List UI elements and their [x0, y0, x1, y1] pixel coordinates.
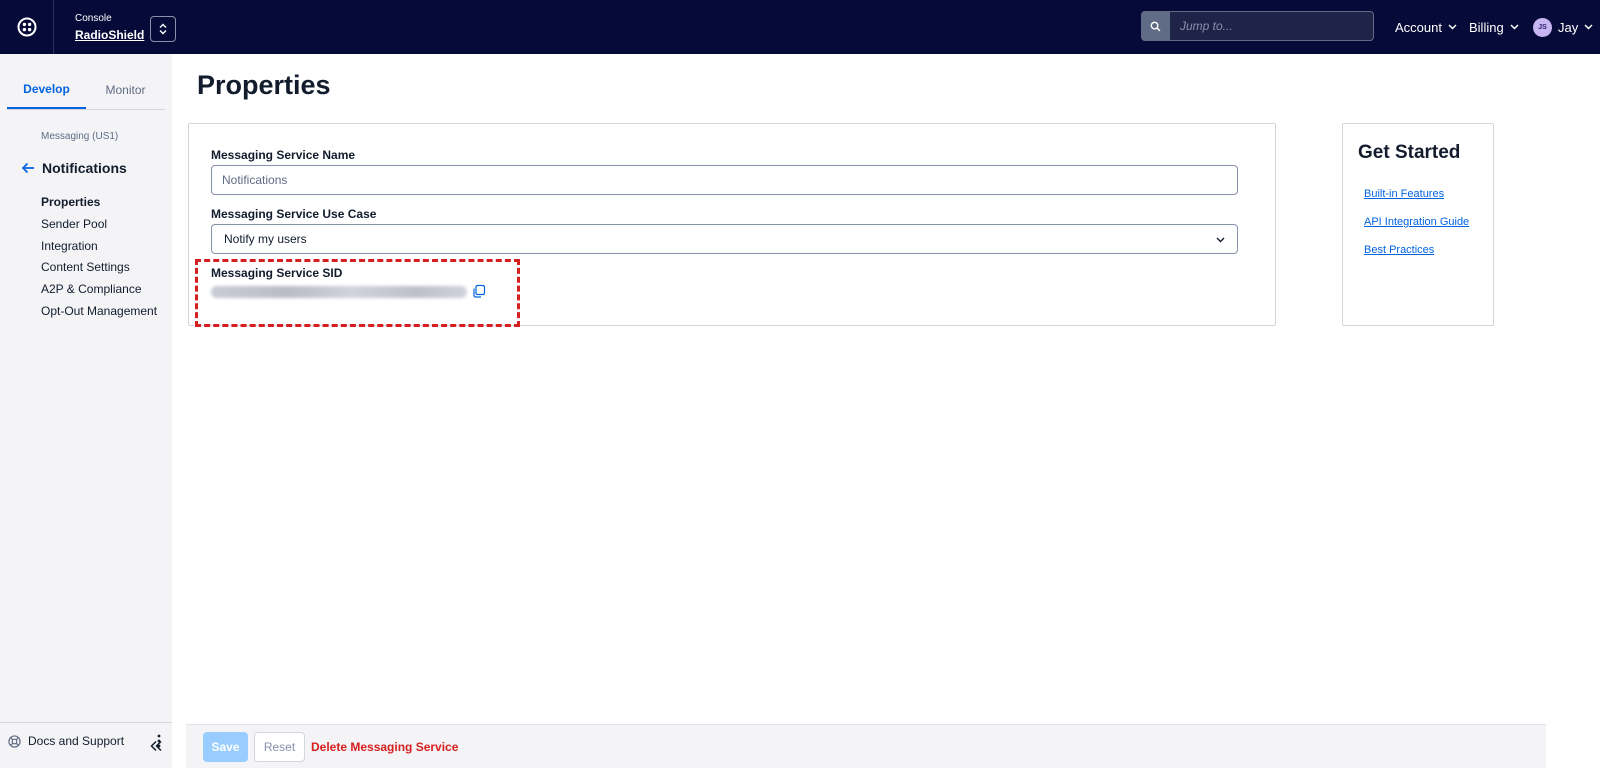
search-button[interactable] — [1141, 11, 1170, 41]
account-switcher: Console RadioShield — [75, 13, 177, 42]
delete-service-button[interactable]: Delete Messaging Service — [311, 740, 458, 754]
jump-to-search — [1141, 11, 1374, 41]
sidebar-item-a2p-compliance[interactable]: A2P & Compliance — [41, 279, 157, 301]
use-case-selected-value: Notify my users — [224, 232, 307, 246]
jump-to-input[interactable] — [1170, 11, 1374, 41]
search-icon — [1150, 21, 1161, 31]
sidebar-item-properties[interactable]: Properties — [41, 192, 157, 214]
save-button[interactable]: Save — [203, 731, 248, 762]
sidebar-tabs: Develop Monitor — [7, 70, 165, 110]
link-api-integration-guide[interactable]: API Integration Guide — [1364, 216, 1469, 228]
account-switch-button[interactable] — [150, 15, 177, 42]
service-name-input[interactable] — [211, 165, 1238, 195]
billing-menu-label: Billing — [1469, 19, 1504, 35]
chevron-up-down-icon — [159, 23, 167, 34]
user-menu[interactable]: JS Jay — [1533, 0, 1593, 54]
sidebar-nav: Properties Sender Pool Integration Conte… — [41, 192, 157, 323]
page-title: Properties — [197, 70, 331, 100]
sidebar-item-opt-out-management[interactable]: Opt-Out Management — [41, 301, 157, 323]
link-best-practices[interactable]: Best Practices — [1364, 244, 1434, 256]
lifebuoy-icon — [8, 734, 21, 748]
sidebar: Develop Monitor Messaging (US1) Notifica… — [0, 54, 172, 768]
get-started-title: Get Started — [1358, 142, 1461, 163]
account-menu[interactable]: Account — [1395, 0, 1457, 54]
service-name-label: Messaging Service Name — [211, 148, 356, 162]
docs-and-support-label: Docs and Support — [28, 734, 125, 748]
tab-develop[interactable]: Develop — [7, 70, 86, 109]
section-back-link[interactable]: Notifications — [21, 160, 127, 176]
sidebar-divider — [0, 722, 172, 723]
top-bar: Console RadioShield Account Billing — [0, 0, 1600, 54]
use-case-label: Messaging Service Use Case — [211, 207, 377, 221]
avatar: JS — [1533, 17, 1552, 37]
account-name-link[interactable]: RadioShield — [75, 28, 144, 42]
section-title: Notifications — [42, 160, 127, 176]
arrow-left-icon — [21, 162, 34, 174]
sid-highlight-annotation — [195, 259, 520, 327]
chevron-down-icon — [1216, 237, 1225, 243]
sidebar-item-integration[interactable]: Integration — [41, 236, 157, 258]
chevron-down-icon — [1584, 24, 1593, 30]
chevron-down-icon — [1448, 24, 1457, 30]
collapse-sidebar-button[interactable] — [148, 738, 164, 754]
tab-monitor[interactable]: Monitor — [86, 70, 165, 109]
get-started-card: Get Started Built-in Features API Integr… — [1342, 123, 1494, 326]
twilio-logo-button[interactable] — [0, 0, 54, 54]
breadcrumb[interactable]: Messaging (US1) — [41, 131, 118, 142]
twilio-logo-icon — [17, 17, 36, 37]
link-built-in-features[interactable]: Built-in Features — [1364, 188, 1444, 200]
reset-button[interactable]: Reset — [254, 731, 305, 762]
billing-menu[interactable]: Billing — [1469, 0, 1519, 54]
use-case-select[interactable]: Notify my users — [211, 224, 1238, 254]
chevron-down-icon — [1510, 24, 1519, 30]
account-menu-label: Account — [1395, 19, 1442, 35]
sidebar-item-content-settings[interactable]: Content Settings — [41, 257, 157, 279]
action-bar: Save Reset Delete Messaging Service — [186, 724, 1546, 768]
chevron-double-left-icon — [150, 740, 162, 752]
user-name: Jay — [1558, 19, 1579, 35]
sidebar-item-sender-pool[interactable]: Sender Pool — [41, 214, 157, 236]
docs-and-support[interactable]: Docs and Support — [8, 730, 166, 752]
